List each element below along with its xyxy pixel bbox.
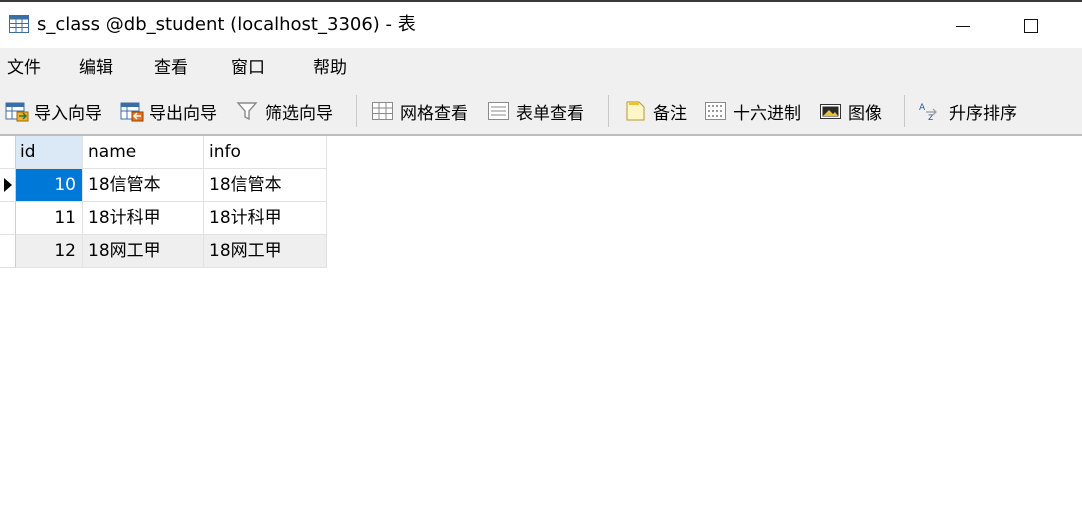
- form-view-label: 表单查看: [516, 103, 584, 124]
- export-wizard-button[interactable]: 导出向导: [120, 96, 217, 126]
- toolbar: 导入向导 导出向导 筛选向导 网格查看 表单查看 备注 十六进制 图像 A z …: [0, 88, 1082, 135]
- hex-icon: [705, 102, 726, 120]
- image-button[interactable]: 图像: [819, 96, 882, 126]
- column-header-id[interactable]: id: [16, 136, 83, 169]
- row-indicator[interactable]: [0, 235, 16, 268]
- grid-view-label: 网格查看: [400, 103, 468, 124]
- minimize-button[interactable]: [941, 10, 985, 42]
- sort-ascending-label: 升序排序: [949, 103, 1017, 124]
- import-icon: [5, 102, 29, 122]
- cell-name[interactable]: 18网工甲: [83, 235, 204, 268]
- table-icon: [9, 15, 29, 33]
- cell-info[interactable]: 18计科甲: [204, 202, 327, 235]
- filter-icon: [236, 102, 258, 121]
- menu-bar: 文件 编辑 查看 窗口 帮助: [0, 48, 1082, 88]
- toolbar-separator: [904, 95, 905, 127]
- export-icon: [120, 102, 144, 122]
- svg-text:A: A: [919, 103, 926, 113]
- sort-ascending-icon: A z: [919, 103, 937, 122]
- image-icon: [820, 104, 841, 119]
- hex-button[interactable]: 十六进制: [704, 96, 801, 126]
- cell-info[interactable]: 18信管本: [204, 169, 327, 202]
- import-wizard-button[interactable]: 导入向导: [5, 96, 102, 126]
- cell-id[interactable]: 10: [16, 169, 83, 202]
- toolbar-separator: [356, 95, 357, 127]
- cell-info[interactable]: 18网工甲: [204, 235, 327, 268]
- image-label: 图像: [848, 103, 882, 124]
- form-icon: [488, 102, 509, 120]
- export-wizard-label: 导出向导: [149, 103, 217, 124]
- cell-id[interactable]: 12: [16, 235, 83, 268]
- import-wizard-label: 导入向导: [34, 103, 102, 124]
- sort-ascending-button[interactable]: A z 升序排序: [918, 96, 1017, 126]
- form-view-button[interactable]: 表单查看: [487, 96, 584, 126]
- memo-button[interactable]: 备注: [624, 96, 687, 126]
- row-indicator[interactable]: [0, 169, 16, 202]
- window-title: s_class @db_student (localhost_3306) - 表: [37, 14, 416, 35]
- filter-wizard-label: 筛选向导: [265, 103, 333, 124]
- svg-text:z: z: [928, 112, 933, 122]
- menu-window[interactable]: 窗口: [231, 56, 265, 80]
- memo-label: 备注: [653, 103, 687, 124]
- maximize-button[interactable]: [1009, 10, 1053, 42]
- cell-name[interactable]: 18信管本: [83, 169, 204, 202]
- menu-edit[interactable]: 编辑: [79, 56, 113, 80]
- maximize-icon: [1024, 19, 1038, 33]
- hex-label: 十六进制: [733, 103, 801, 124]
- column-header-info[interactable]: info: [204, 136, 327, 169]
- toolbar-separator: [608, 95, 609, 127]
- column-header-name[interactable]: name: [83, 136, 204, 169]
- grid-icon: [372, 102, 393, 120]
- grid-view-button[interactable]: 网格查看: [371, 96, 468, 126]
- menu-help[interactable]: 帮助: [313, 56, 347, 80]
- memo-icon: [626, 101, 645, 121]
- menu-view[interactable]: 查看: [154, 56, 188, 80]
- row-indicator[interactable]: [0, 202, 16, 235]
- minimize-icon: [956, 25, 970, 27]
- header-corner: [0, 136, 16, 169]
- title-bar: s_class @db_student (localhost_3306) - 表: [0, 2, 1082, 48]
- filter-wizard-button[interactable]: 筛选向导: [236, 96, 333, 126]
- cell-id[interactable]: 11: [16, 202, 83, 235]
- cell-name[interactable]: 18计科甲: [83, 202, 204, 235]
- menu-file[interactable]: 文件: [7, 56, 41, 80]
- current-row-arrow-icon: [4, 178, 12, 192]
